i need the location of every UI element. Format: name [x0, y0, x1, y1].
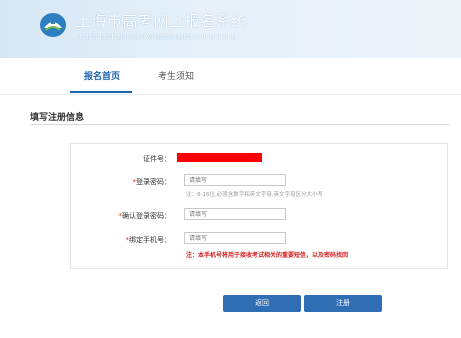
confirm-password-input[interactable] — [184, 208, 286, 220]
password-label: *登录密码： — [81, 177, 172, 187]
section-title: 填写注册信息 — [30, 113, 85, 123]
register-button[interactable]: 注册 — [304, 295, 382, 312]
site-title: 上海市高考网上报名系统 — [76, 12, 247, 30]
phone-label-text: 绑定手机号： — [129, 236, 171, 244]
password-hint: 注：8-16位,必须含数字和英文字母,英文字母区分大小写 — [186, 192, 323, 198]
phone-input[interactable] — [184, 232, 286, 244]
section-divider — [30, 124, 450, 125]
phone-warning: 注：本手机号将用于接收考试相关的重要短信，以及密码找回 — [186, 252, 349, 259]
nav-divider — [0, 94, 461, 95]
active-tab-indicator — [70, 91, 132, 93]
logo-icon — [40, 13, 66, 37]
phone-label: *绑定手机号： — [81, 235, 172, 245]
tab-notice[interactable]: 考生须知 — [158, 69, 194, 82]
id-label: 证件号： — [143, 155, 171, 163]
site-subtitle: shanghaishigaokaowangshangbaomingxitong — [76, 33, 237, 41]
confirm-label-text: 确认登录密码： — [122, 212, 171, 220]
password-label-text: 登录密码： — [136, 178, 171, 186]
tab-home[interactable]: 报名首页 — [84, 69, 120, 82]
nav-bar: 报名首页 考生须知 — [0, 58, 461, 94]
back-button[interactable]: 返回 — [223, 295, 301, 312]
id-value-redacted — [177, 153, 262, 162]
confirm-password-label: *确认登录密码： — [81, 211, 172, 221]
header: 上海市高考网上报名系统 shanghaishigaokaowangshangba… — [0, 0, 461, 58]
password-input[interactable] — [184, 174, 286, 186]
